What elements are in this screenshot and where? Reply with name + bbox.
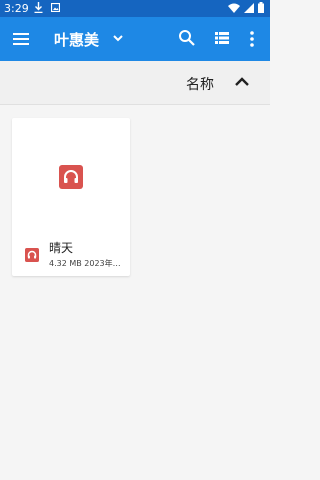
file-meta: 4.32 MB 2023年… bbox=[49, 259, 121, 268]
chevron-down-icon[interactable] bbox=[110, 30, 126, 46]
file-card[interactable]: 晴天 4.32 MB 2023年… bbox=[12, 118, 130, 276]
photo-icon bbox=[51, 3, 60, 12]
file-name: 晴天 bbox=[49, 241, 74, 255]
file-card-footer: 晴天 4.32 MB 2023年… bbox=[12, 234, 130, 276]
status-icons-right bbox=[228, 2, 264, 13]
app-bar: 叶惠美 bbox=[0, 17, 270, 61]
wifi-icon bbox=[228, 3, 240, 13]
chevron-up-icon[interactable] bbox=[232, 73, 252, 91]
folder-title[interactable]: 叶惠美 bbox=[54, 29, 99, 50]
sort-label[interactable]: 名称 bbox=[186, 74, 214, 94]
status-icons-left bbox=[34, 2, 60, 13]
headphones-icon bbox=[59, 165, 83, 189]
download-icon bbox=[34, 2, 43, 13]
more-vert-icon[interactable] bbox=[248, 29, 256, 49]
status-time: 3:29 bbox=[4, 2, 29, 15]
file-thumbnail[interactable] bbox=[12, 118, 130, 234]
search-icon[interactable] bbox=[178, 29, 196, 47]
battery-icon bbox=[258, 2, 264, 13]
sort-bar: 名称 bbox=[0, 61, 270, 105]
list-view-icon[interactable] bbox=[214, 30, 230, 46]
status-bar: 3:29 bbox=[0, 0, 270, 17]
signal-icon bbox=[244, 2, 254, 13]
headphones-icon bbox=[25, 248, 39, 262]
menu-icon[interactable] bbox=[10, 28, 32, 50]
